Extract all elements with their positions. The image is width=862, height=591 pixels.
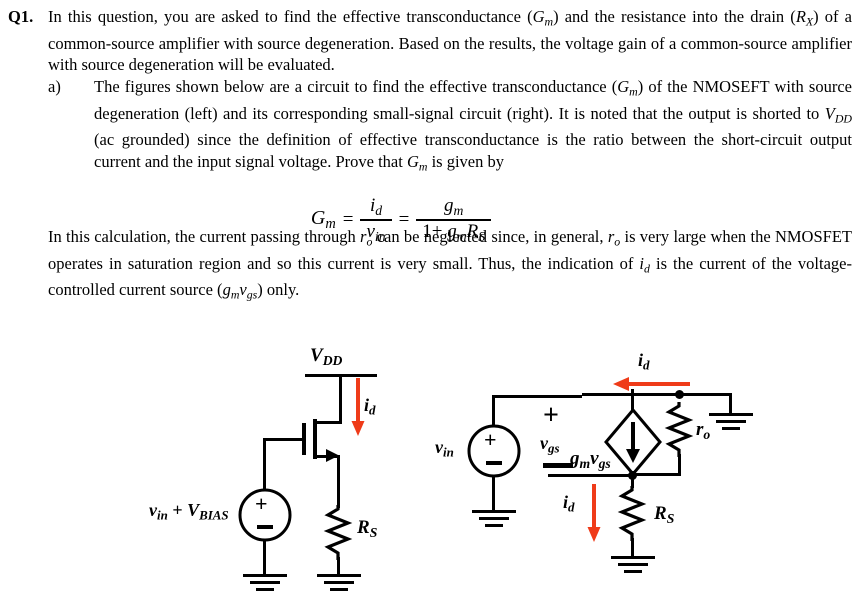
vgs-minus-sign: [543, 463, 573, 468]
question-part-row: a) The figures shown below are a circuit…: [0, 76, 862, 178]
right-ground-bar3: [722, 427, 740, 430]
question-intro-text: In this question, you are asked to find …: [48, 7, 853, 75]
rs-resistor-symbol: [323, 505, 353, 560]
rs-resistor-symbol-right: [617, 486, 647, 541]
vin-ground-bar2: [479, 517, 509, 520]
fraction-gm-over-one-plus-gmrs: gm 1+ gmRS: [416, 196, 492, 244]
right-ground-bar2: [716, 420, 746, 423]
part-a-row: a) The figures shown below are a circuit…: [48, 76, 852, 178]
mosfet-channel-bar: [313, 419, 317, 459]
source-plus-sign: +: [255, 491, 268, 516]
ro-bottom-wire: [678, 454, 681, 475]
vgs-label: vgs: [540, 433, 560, 456]
right-ground-bar1: [709, 413, 753, 416]
equation-equals-1: =: [342, 208, 354, 230]
bottom-ground-bar1: [611, 556, 655, 559]
document-page: Q1. In this question, you are asked to f…: [0, 0, 862, 591]
vin-ground-bar3: [485, 524, 503, 527]
ro-resistor-symbol: [664, 402, 694, 457]
rs-to-ground-wire-right: [631, 538, 634, 558]
source-minus-sign: [257, 525, 273, 529]
vgs-plus-sign: +: [543, 400, 559, 431]
question-number: Q1.: [8, 7, 34, 26]
left-circuit-figure: + VDD id RS vin + VBIAS: [149, 345, 440, 591]
ground-left-bar2: [250, 581, 280, 584]
gate-top-wire: [492, 395, 582, 398]
question-text-block: Q1. In this question, you are asked to f…: [0, 6, 862, 306]
vin-to-ground-wire: [492, 476, 495, 512]
mosfet-source-arrowhead: [326, 449, 339, 462]
id-label-left: id: [364, 395, 376, 418]
gate-to-source-wire: [263, 438, 266, 492]
ground-left-bar1: [243, 574, 287, 577]
vin-top-wire: [492, 395, 495, 427]
source-to-rs-wire: [337, 455, 340, 508]
ground-right-bar1: [317, 574, 361, 577]
question-intro-row: Q1. In this question, you are asked to f…: [0, 6, 862, 76]
vin-ground-bar1: [472, 510, 516, 513]
source-to-ground-wire: [263, 540, 266, 576]
rs-label-right: RS: [654, 503, 675, 526]
right-circuit-figure: + vin + vgs ro gmvgs id RS id: [430, 345, 760, 581]
question-part-wrapper: a) The figures shown below are a circuit…: [48, 76, 862, 178]
bottom-ground-bar3: [624, 570, 642, 573]
drain-wire: [315, 421, 342, 424]
vin-minus-sign: [486, 461, 502, 465]
vin-plus-sign: +: [484, 427, 497, 452]
id-top-label: id: [638, 350, 650, 373]
id-bottom-label: id: [563, 492, 575, 515]
gm-equation: Gm = id vin = gm 1+ gmRS: [0, 196, 862, 244]
bottom-ground-bar2: [618, 563, 648, 566]
ground-right-bar2: [324, 581, 354, 584]
part-a-label: a): [48, 76, 61, 96]
vdd-to-drain-wire: [339, 374, 342, 423]
equation-lhs: Gm: [310, 206, 336, 232]
mosfet-gate-lead: [263, 438, 303, 441]
gmvgs-label: gmvgs: [570, 448, 611, 471]
vdd-label: VDD: [310, 345, 343, 368]
ro-label: ro: [696, 419, 711, 442]
source-node-wire-right: [630, 473, 681, 476]
part-a-text: The figures shown below are a circuit to…: [94, 76, 852, 174]
node-to-rs-wire: [631, 476, 634, 488]
right-ground-stem: [729, 393, 732, 415]
id-top-current-arrow: [613, 377, 690, 391]
vin-label: vin: [435, 437, 454, 460]
fraction-id-over-vin: id vin: [360, 196, 392, 244]
id-bottom-current-arrow: [587, 484, 601, 542]
rs-label-left: RS: [357, 517, 378, 540]
input-source-label: vin + VBIAS: [149, 500, 229, 523]
equation-equals-2: =: [398, 208, 410, 230]
